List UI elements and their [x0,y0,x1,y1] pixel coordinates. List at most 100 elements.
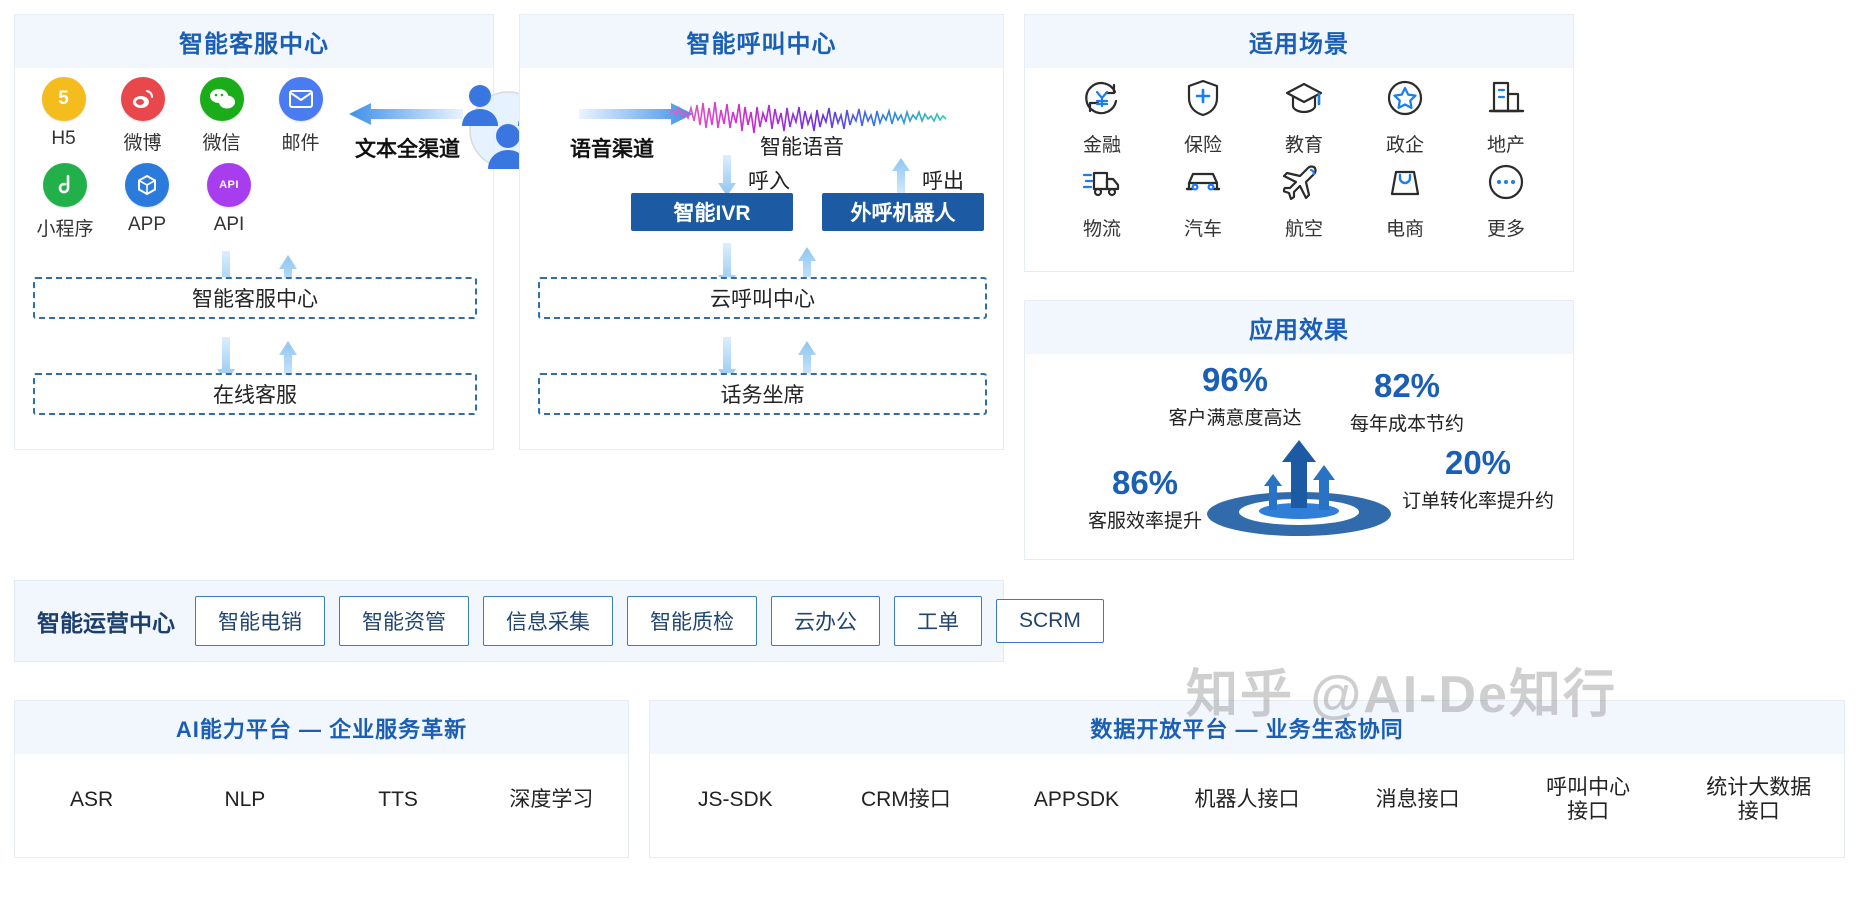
channel-weibo[interactable]: 微博 [116,77,169,155]
service-center-title: 智能客服中心 [179,31,329,58]
effect-value: 20% [1444,444,1512,481]
channel-label: 微信 [202,133,241,154]
mail-icon [278,77,323,121]
channel-label: 微博 [123,133,162,154]
ai-item-0[interactable]: ASR [15,788,168,812]
scenario-ecommerce[interactable]: 电商 [1356,161,1454,241]
text-channel-arrow [345,101,465,134]
ops-item-2[interactable]: 信息采集 [483,596,613,646]
scenario-government[interactable]: 政企 [1356,77,1454,157]
data-item-5[interactable]: 呼叫中心 接口 [1503,776,1674,824]
scenario-education[interactable]: 教育 [1255,77,1353,157]
ai-platform-header: AI能力平台 — 企业服务革新 [15,701,628,754]
channel-h5[interactable]: 5 H5 [37,77,90,155]
app-icon [125,163,169,207]
channel-row-2: 小程序 APP API API [37,163,327,241]
voice-label: 智能语音 [760,136,844,159]
inbound-label: 呼入 [748,170,790,193]
ai-item-2[interactable]: TTS [322,788,475,812]
data-item-2[interactable]: APPSDK [991,788,1162,812]
truck-icon [1081,161,1123,208]
miniprogram-icon [43,163,87,207]
ai-item-3[interactable]: 深度学习 [475,788,628,812]
ops-item-3[interactable]: 智能质检 [627,596,757,646]
building-icon [1485,77,1527,124]
effect-item-4: 20% 订单转化率提升约 [1383,446,1573,513]
scenario-insurance[interactable]: 保险 [1154,77,1252,157]
robot-box: 外呼机器人 [822,193,984,231]
effects-panel: 应用效果 96% 客户满意度高达 82% 每年成本节约 86% 客服效率提升 2… [1024,300,1574,560]
car-icon [1182,161,1224,208]
scenario-label: 汽车 [1183,219,1222,240]
outbound-label: 呼出 [922,170,964,193]
scenario-label: 电商 [1385,219,1424,240]
ai-item-1[interactable]: NLP [168,788,321,812]
service-layer-1: 智能客服中心 [33,277,477,319]
text-channel-grid: 5 H5 微博 微信 邮件 小程序 APP API API [37,77,327,249]
scenario-finance[interactable]: 金融 [1053,77,1151,157]
data-item-6[interactable]: 统计大数据 接口 [1673,776,1844,824]
h5-icon: 5 [41,77,86,121]
scenarios-title: 适用场景 [1249,31,1349,58]
channel-label: APP [127,214,167,235]
channel-row-1: 5 H5 微博 微信 邮件 [37,77,327,155]
scenario-logistics[interactable]: 物流 [1053,161,1151,241]
voice-channel-label: 语音渠道 [570,138,654,161]
ai-platform-panel: AI能力平台 — 企业服务革新 ASR NLP TTS 深度学习 [14,700,629,858]
operations-bar: 智能运营中心 智能电销 智能资管 信息采集 智能质检 云办公 工单 SCRM [14,580,1104,662]
ivr-box: 智能IVR [631,193,793,231]
effect-value: 82% [1373,367,1441,404]
weibo-icon [120,77,165,121]
call-center-header: 智能呼叫中心 [520,15,1003,68]
service-center-header: 智能客服中心 [15,15,493,68]
data-item-0[interactable]: JS-SDK [650,788,821,812]
channel-label: 邮件 [281,133,320,154]
call-center-title: 智能呼叫中心 [686,31,837,58]
scenarios-grid: 金融 保险 教育 政企 地产 物流 汽车 航空 电商 更多 [1053,77,1555,245]
data-platform-title: 数据开放平台 — 业务生态协同 [1090,716,1404,742]
scenario-label: 金融 [1082,135,1121,156]
shield-plus-icon [1182,77,1224,124]
data-item-3[interactable]: 机器人接口 [1162,788,1333,812]
scenario-row-1: 金融 保险 教育 政企 地产 [1053,77,1555,157]
channel-api[interactable]: API API [201,163,257,241]
scenario-label: 政企 [1385,135,1424,156]
ops-item-0[interactable]: 智能电销 [195,596,325,646]
scenario-realestate[interactable]: 地产 [1457,77,1555,157]
graduation-cap-icon [1283,77,1325,124]
call-layer-1: 云呼叫中心 [538,277,987,319]
effect-item-1: 96% 客户满意度高达 [1145,363,1325,430]
ops-item-5[interactable]: 工单 [894,596,982,646]
channel-wechat[interactable]: 微信 [195,77,248,155]
effect-label: 每年成本节约 [1349,414,1464,435]
operations-title: 智能运营中心 [37,610,175,636]
ops-item-6[interactable]: SCRM [996,599,1104,643]
scenarios-header: 适用场景 [1025,15,1573,68]
airplane-icon [1281,161,1325,208]
channel-app[interactable]: APP [119,163,175,241]
ops-item-4[interactable]: 云办公 [771,596,880,646]
scenario-row-2: 物流 汽车 航空 电商 更多 [1053,161,1555,241]
channel-mail[interactable]: 邮件 [274,77,327,155]
scenario-label: 物流 [1082,219,1121,240]
data-platform-header: 数据开放平台 — 业务生态协同 [650,701,1844,754]
effect-label: 客服效率提升 [1087,511,1202,532]
data-item-4[interactable]: 消息接口 [1332,788,1503,812]
data-platform-items: JS-SDK CRM接口 APPSDK 机器人接口 消息接口 呼叫中心 接口 统… [650,754,1844,846]
ai-platform-items: ASR NLP TTS 深度学习 [15,754,628,846]
scenario-aviation[interactable]: 航空 [1255,161,1353,241]
service-center-panel: 智能客服中心 5 H5 微博 微信 邮件 小程序 APP API API 文本全… [14,14,494,450]
effect-item-3: 86% 客服效率提升 [1055,466,1235,533]
scenario-label: 航空 [1284,219,1323,240]
channel-miniprogram[interactable]: 小程序 [37,163,94,241]
effect-value: 86% [1111,464,1179,501]
effects-title: 应用效果 [1249,317,1349,344]
ops-item-1[interactable]: 智能资管 [339,596,469,646]
data-platform-panel: 数据开放平台 — 业务生态协同 JS-SDK CRM接口 APPSDK 机器人接… [649,700,1845,858]
channel-label: H5 [51,128,76,149]
scenario-more[interactable]: 更多 [1457,161,1555,241]
shopping-bag-icon [1384,161,1426,208]
scenario-automotive[interactable]: 汽车 [1154,161,1252,241]
scenario-label: 更多 [1486,219,1525,240]
data-item-1[interactable]: CRM接口 [821,788,992,812]
